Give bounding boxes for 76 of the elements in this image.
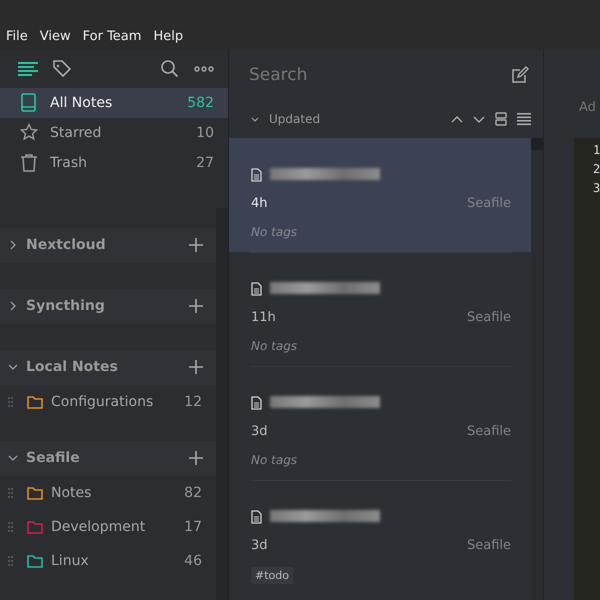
note-storage: Seafile bbox=[466, 424, 511, 439]
add-icon[interactable] bbox=[188, 450, 204, 466]
add-icon[interactable] bbox=[188, 237, 204, 254]
folder-count: 82 bbox=[184, 484, 202, 501]
drag-handle-icon bbox=[8, 396, 13, 407]
note-time: 4h bbox=[251, 196, 268, 211]
folder-count: 17 bbox=[184, 518, 202, 535]
scrollbar-thumb[interactable] bbox=[531, 138, 543, 150]
note-card[interactable]: 4h Seafile No tags bbox=[229, 138, 531, 252]
note-storage: Seafile bbox=[466, 310, 511, 325]
document-icon bbox=[251, 396, 262, 410]
item-count: 582 bbox=[187, 94, 214, 111]
tag-icon[interactable] bbox=[52, 58, 72, 79]
folder-label: Linux bbox=[51, 552, 90, 569]
folder-label: Development bbox=[51, 518, 146, 535]
menu-item[interactable]: For Team bbox=[76, 29, 148, 44]
storage-header[interactable]: Syncthing bbox=[0, 288, 216, 324]
item-label: All Notes bbox=[50, 94, 114, 111]
item-count: 27 bbox=[196, 154, 214, 171]
no-tags-label: No tags bbox=[251, 225, 298, 239]
line-number: 3 bbox=[592, 181, 600, 197]
menu-item[interactable]: Help bbox=[147, 29, 190, 44]
star-icon bbox=[20, 123, 38, 142]
sidebar-item[interactable]: All Notes 582 bbox=[0, 88, 228, 118]
folder-item[interactable]: Linux 46 bbox=[0, 544, 216, 578]
folder-count: 12 bbox=[184, 394, 202, 410]
sidebar-item[interactable]: Trash 27 bbox=[0, 148, 228, 178]
drag-handle-icon bbox=[8, 556, 13, 566]
add-icon[interactable] bbox=[188, 359, 204, 376]
storage-header[interactable]: Local Notes bbox=[0, 350, 216, 385]
line-number: 1 bbox=[592, 143, 600, 159]
list-view-icon[interactable] bbox=[517, 112, 531, 126]
tag-chip[interactable]: #todo bbox=[251, 567, 293, 584]
trash-icon bbox=[20, 153, 38, 172]
add-button[interactable]: Ad bbox=[579, 100, 600, 120]
sort-down-icon[interactable] bbox=[473, 114, 485, 124]
storage-header[interactable]: Seafile bbox=[0, 440, 216, 476]
note-time: 3d bbox=[251, 538, 268, 553]
drag-handle-icon bbox=[8, 522, 13, 532]
document-icon bbox=[251, 282, 262, 296]
add-icon[interactable] bbox=[188, 298, 204, 314]
note-storage: Seafile bbox=[466, 196, 511, 211]
menu-item[interactable]: File bbox=[0, 29, 34, 44]
item-label: Starred bbox=[50, 124, 102, 141]
note-time: 3d bbox=[251, 424, 268, 439]
card-view-icon[interactable] bbox=[495, 112, 507, 126]
folder-item[interactable]: Configurations 12 bbox=[0, 384, 216, 419]
drag-handle-icon bbox=[8, 488, 13, 498]
line-number: 2 bbox=[592, 162, 600, 178]
notebook-icon bbox=[20, 93, 38, 112]
search-field[interactable]: Search bbox=[249, 65, 511, 85]
item-label: Trash bbox=[50, 154, 88, 171]
folder-item[interactable]: Notes 82 bbox=[0, 476, 216, 510]
document-icon bbox=[251, 510, 262, 524]
folder-item[interactable]: Development 17 bbox=[0, 510, 216, 544]
more-icon[interactable] bbox=[194, 64, 214, 74]
sidebar-item[interactable]: Starred 10 bbox=[0, 118, 228, 148]
chevron-down-icon bbox=[251, 116, 259, 122]
folder-count: 46 bbox=[184, 552, 202, 569]
compose-icon[interactable] bbox=[511, 66, 529, 84]
storage-header[interactable]: Nextcloud bbox=[0, 228, 216, 263]
item-count: 10 bbox=[196, 124, 214, 141]
menu-item[interactable]: View bbox=[34, 29, 77, 44]
note-card[interactable]: 3d Seafile No tags bbox=[229, 366, 531, 480]
folder-label: Configurations bbox=[51, 394, 154, 410]
no-tags-label: No tags bbox=[251, 339, 298, 353]
no-tags-label: No tags bbox=[251, 453, 298, 467]
note-time: 11h bbox=[251, 310, 276, 325]
note-card[interactable]: 11h Seafile No tags bbox=[229, 252, 531, 366]
sort-label[interactable]: Updated bbox=[269, 112, 441, 126]
search-icon[interactable] bbox=[160, 58, 180, 79]
document-icon bbox=[251, 168, 262, 182]
folder-label: Notes bbox=[51, 484, 92, 501]
sort-up-icon[interactable] bbox=[451, 114, 463, 124]
note-storage: Seafile bbox=[466, 538, 511, 553]
note-card[interactable]: 3d Seafile #todo bbox=[229, 480, 531, 594]
